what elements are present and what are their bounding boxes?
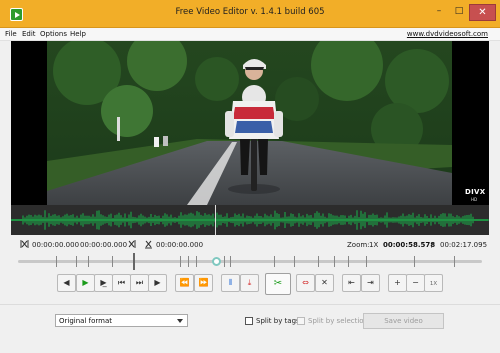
remove-marker-button[interactable]: ✕ — [315, 274, 334, 292]
prev-marker-button[interactable]: ⇤ — [342, 274, 361, 292]
save-marker-button[interactable]: ⤓ — [240, 274, 259, 292]
timeline-marker — [348, 256, 349, 267]
timeline-playhead-knob[interactable] — [211, 257, 221, 266]
time-separator: / — [431, 241, 434, 249]
timeline-slider[interactable] — [18, 253, 482, 271]
zoom-in-icon: + — [394, 278, 401, 287]
audio-waveform[interactable] — [10, 205, 489, 235]
play-selection-icon: ▶̲ — [100, 278, 107, 287]
zoom-out-icon: − — [412, 278, 419, 287]
zoom-reset-label: 1X — [429, 281, 438, 287]
split-by-tags-label: Split by tags — [256, 317, 300, 325]
timeline-marker — [133, 253, 135, 270]
website-link[interactable]: www.dvdvideosoft.com — [407, 30, 488, 38]
zoom-reset-button[interactable]: 1X — [424, 274, 443, 292]
marker-info-row: 00:00:00.000 00:00:00.000 00:00:00.000 Z… — [0, 239, 500, 251]
app-window: Free Video Editor v. 1.4.1 build 605 – □… — [0, 0, 500, 353]
zoom-value: 1X — [369, 241, 379, 249]
timeline-marker — [180, 256, 181, 267]
zoom-in-button[interactable]: + — [388, 274, 407, 292]
cut-marker-icon — [145, 240, 152, 249]
minimize-button[interactable]: – — [430, 4, 448, 21]
next-frame-button[interactable]: ⏭ — [130, 274, 149, 292]
add-marker-icon: ⇔ — [302, 278, 309, 287]
back-button[interactable]: ◀ — [57, 274, 76, 292]
timeline-marker — [112, 256, 113, 267]
split-by-selections-checkbox[interactable] — [297, 317, 305, 325]
next-marker-icon: ⇥ — [367, 278, 374, 287]
prev-marker-icon: ⇤ — [348, 278, 355, 287]
window-title: Free Video Editor v. 1.4.1 build 605 — [175, 7, 325, 17]
zoom-label: Zoom: — [347, 241, 370, 249]
split-icon: ⦀ — [228, 278, 233, 287]
timeline-marker — [454, 256, 455, 267]
video-frame — [47, 41, 452, 205]
end-marker-icon — [128, 240, 136, 248]
forward-icon: ▶ — [154, 278, 161, 287]
timeline-marker — [188, 256, 189, 267]
title-bar: Free Video Editor v. 1.4.1 build 605 – □… — [0, 0, 500, 28]
start-marker-icon — [20, 240, 29, 248]
remove-marker-icon: ✕ — [321, 278, 328, 287]
timeline-marker — [334, 256, 335, 267]
timeline-marker — [318, 256, 319, 267]
go-start-icon: ⏪ — [179, 278, 190, 287]
maximize-button[interactable]: □ — [450, 4, 468, 21]
play-selection-button[interactable]: ▶̲ — [94, 274, 113, 292]
timeline-marker — [88, 256, 89, 267]
timeline-marker — [196, 256, 197, 267]
go-start-button[interactable]: ⏪ — [175, 274, 194, 292]
split-by-tags-checkbox[interactable] — [245, 317, 253, 325]
save-marker-icon: ⤓ — [247, 278, 252, 287]
timeline-marker — [224, 256, 225, 267]
cut-button[interactable]: ✂ — [265, 273, 291, 295]
menu-options[interactable]: Options — [40, 30, 67, 38]
menu-help[interactable]: Help — [70, 30, 86, 38]
divx-watermark: DIVX — [465, 188, 486, 196]
timeline-marker — [274, 256, 275, 267]
timeline-marker — [76, 256, 77, 267]
play-button[interactable]: ▶ — [76, 274, 95, 292]
close-button[interactable]: ✕ — [469, 4, 496, 21]
timeline-marker — [366, 256, 367, 267]
next-frame-icon: ⏭ — [135, 278, 144, 287]
next-marker-button[interactable]: ⇥ — [361, 274, 380, 292]
waveform-playhead — [215, 205, 216, 235]
timeline-marker — [294, 256, 295, 267]
menu-bar: File Edit Options Help www.dvdvideosoft.… — [0, 28, 500, 41]
timeline-marker — [56, 256, 57, 267]
go-end-button[interactable]: ⏩ — [194, 274, 213, 292]
video-image — [47, 41, 452, 205]
play-icon: ▶ — [82, 278, 89, 287]
cut-icon: ✂ — [273, 278, 283, 289]
zoom-out-button[interactable]: − — [406, 274, 425, 292]
output-format-select[interactable]: Original format — [55, 314, 188, 327]
waveform-graph — [10, 210, 489, 230]
prev-frame-button[interactable]: ⏮ — [112, 274, 131, 292]
split-button[interactable]: ⦀ — [221, 274, 240, 292]
selection-time: 00:00:00.000 — [156, 241, 204, 249]
menu-edit[interactable]: Edit — [22, 30, 36, 38]
output-format-value: Original format — [59, 317, 112, 325]
forward-button[interactable]: ▶ — [148, 274, 167, 292]
current-time: 00:00:58.578 — [383, 241, 436, 249]
go-end-icon: ⏩ — [198, 278, 209, 287]
back-icon: ◀ — [63, 278, 70, 287]
total-duration: 00:02:17.095 — [440, 241, 488, 249]
chevron-down-icon — [177, 319, 183, 323]
prev-frame-icon: ⏮ — [117, 278, 126, 287]
bottom-divider — [0, 304, 500, 305]
add-marker-button[interactable]: ⇔ — [296, 274, 315, 292]
timeline-marker — [230, 256, 231, 267]
save-video-button[interactable]: Save video — [363, 313, 444, 329]
start-marker-time: 00:00:00.000 — [32, 241, 80, 249]
divx-watermark-sub: HD — [471, 197, 478, 202]
timeline-marker — [414, 256, 415, 267]
end-marker-time: 00:00:00.000 — [80, 241, 128, 249]
video-preview[interactable]: DIVX HD — [11, 41, 489, 205]
menu-file[interactable]: File — [5, 30, 17, 38]
